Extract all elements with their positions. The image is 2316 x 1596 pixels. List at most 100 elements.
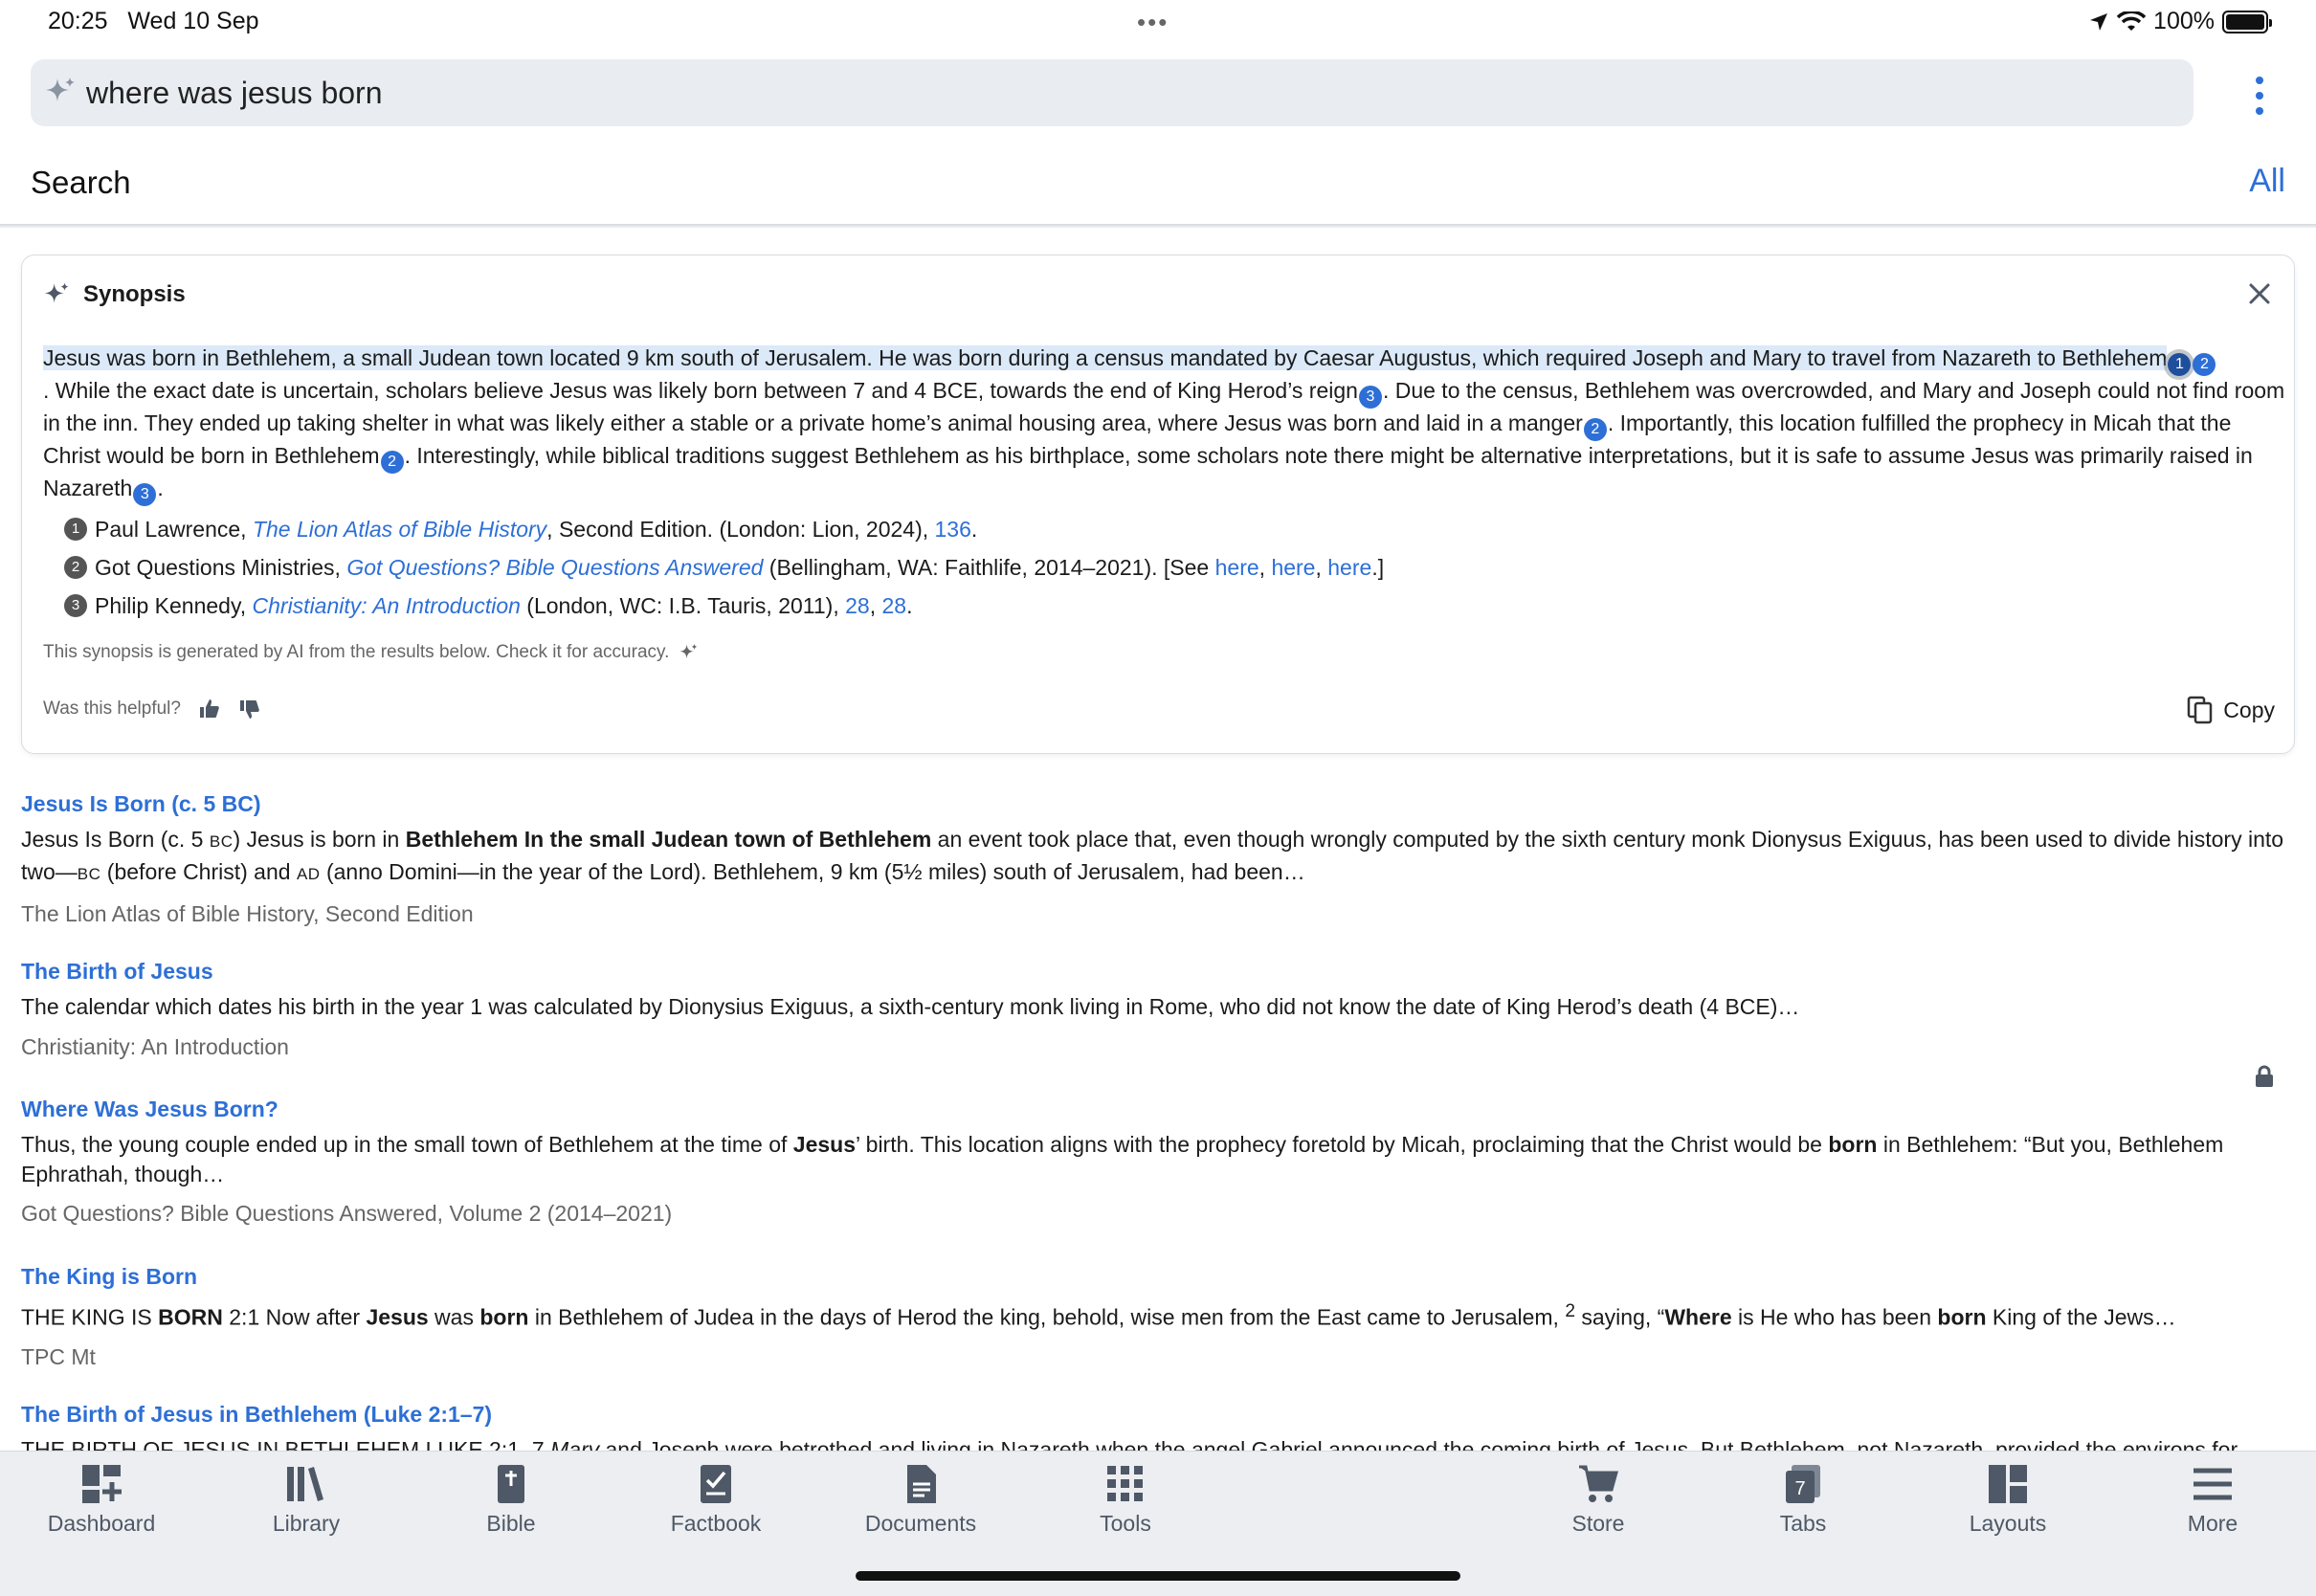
ai-sparkle-icon xyxy=(679,643,698,659)
reference-book-link[interactable]: The Lion Atlas of Bible History xyxy=(253,517,546,542)
citation-2[interactable]: 2 xyxy=(1583,418,1607,441)
dashboard-icon xyxy=(82,1465,122,1503)
result-title[interactable]: The Birth of Jesus in Bethlehem (Luke 2:… xyxy=(21,1397,2295,1431)
reference-number: 2 xyxy=(64,556,87,579)
reference-details: , Second Edition. (London: Lion, 2024), xyxy=(546,517,935,542)
result-snippet: Jesus Is Born (c. 5 BC) Jesus is born in… xyxy=(21,827,2284,884)
results-list: Jesus Is Born (c. 5 BC) Jesus Is Born (c… xyxy=(21,787,2295,1474)
tab-label: Library xyxy=(272,1511,341,1536)
copy-label: Copy xyxy=(2223,697,2275,722)
tabs-icon: 7 xyxy=(1786,1465,1820,1503)
tab-more[interactable]: More xyxy=(2136,1463,2289,1537)
tab-label: Tools xyxy=(1100,1511,1151,1536)
synopsis-highlighted-sentence: Jesus was born in Bethlehem, a small Jud… xyxy=(43,345,2168,370)
result-title[interactable]: The Birth of Jesus xyxy=(21,954,2295,988)
ai-sparkle-icon xyxy=(44,282,69,303)
result-item[interactable]: The Birth of Jesus The calendar which da… xyxy=(21,954,2295,1092)
result-snippet: The calendar which dates his birth in th… xyxy=(21,994,1800,1019)
tab-tabs[interactable]: 7 Tabs xyxy=(1726,1463,1880,1537)
citation-3[interactable]: 3 xyxy=(1358,386,1382,409)
tab-library[interactable]: Library xyxy=(230,1463,383,1537)
search-input[interactable] xyxy=(86,69,2172,117)
citation-2[interactable]: 2 xyxy=(2193,353,2216,376)
close-icon[interactable] xyxy=(2248,282,2271,305)
reference-details: (London, WC: I.B. Tauris, 2011), xyxy=(520,593,846,618)
result-title[interactable]: The King is Born xyxy=(21,1259,2295,1294)
tab-tools[interactable]: Tools xyxy=(1049,1463,1202,1537)
reference-details: (Bellingham, WA: Faithlife, 2014–2021). … xyxy=(763,555,1215,580)
documents-icon xyxy=(907,1465,936,1503)
filter-all-button[interactable]: All xyxy=(2249,163,2285,200)
date: Wed 10 Sep xyxy=(127,8,259,34)
tab-label: Bible xyxy=(486,1511,536,1536)
reference-author: Paul Lawrence, xyxy=(95,517,253,542)
reference-page-link[interactable]: 28 xyxy=(882,593,907,618)
result-source: Got Questions? Bible Questions Answered,… xyxy=(21,1201,673,1226)
reference-author: Philip Kennedy, xyxy=(95,593,253,618)
ai-disclaimer-text: This synopsis is generated by AI from th… xyxy=(43,642,670,662)
ai-disclaimer: This synopsis is generated by AI from th… xyxy=(43,642,700,663)
library-icon xyxy=(287,1467,323,1501)
tab-dashboard[interactable]: Dashboard xyxy=(25,1463,178,1537)
battery-icon xyxy=(2222,10,2272,33)
reference-item: 1 Paul Lawrence, The Lion Atlas of Bible… xyxy=(64,510,1384,548)
result-source: Christianity: An Introduction xyxy=(21,1033,289,1059)
citation-3[interactable]: 3 xyxy=(133,483,157,506)
reference-author: Got Questions Ministries, xyxy=(95,555,347,580)
header-divider xyxy=(0,224,2316,228)
thumbs-up-icon[interactable] xyxy=(198,698,221,720)
more-options-button[interactable] xyxy=(2245,77,2274,115)
tools-icon xyxy=(1107,1466,1143,1501)
result-title[interactable]: Where Was Jesus Born? xyxy=(21,1092,2295,1126)
tab-label: More xyxy=(2187,1511,2238,1536)
reference-page-link[interactable]: 28 xyxy=(845,593,870,618)
status-time: 20:25 Wed 10 Sep xyxy=(48,8,259,35)
multitasking-dots[interactable]: ••• xyxy=(1137,8,1169,37)
page-title: Search xyxy=(31,165,131,200)
citation-2[interactable]: 2 xyxy=(380,451,404,474)
feedback-label: Was this helpful? xyxy=(43,698,181,719)
reference-number: 3 xyxy=(64,594,87,617)
synopsis-title: Synopsis xyxy=(83,281,186,307)
factbook-icon xyxy=(701,1465,731,1503)
tab-factbook[interactable]: Factbook xyxy=(639,1463,792,1537)
synopsis-header: Synopsis xyxy=(43,280,186,309)
result-snippet: THE KING IS BORN 2:1 Now after Jesus was… xyxy=(21,1301,2176,1330)
tab-bible[interactable]: Bible xyxy=(434,1463,588,1537)
result-item[interactable]: Where Was Jesus Born? Thus, the young co… xyxy=(21,1092,2295,1259)
clock: 20:25 xyxy=(48,8,108,34)
tab-label: Documents xyxy=(864,1511,977,1536)
reference-tail: . xyxy=(906,593,913,618)
reference-item: 2 Got Questions Ministries, Got Question… xyxy=(64,548,1384,587)
reference-here-link[interactable]: here xyxy=(1271,555,1315,580)
tab-documents[interactable]: Documents xyxy=(844,1463,997,1537)
reference-book-link[interactable]: Christianity: An Introduction xyxy=(253,593,521,618)
reference-book-link[interactable]: Got Questions? Bible Questions Answered xyxy=(346,555,763,580)
copy-button[interactable]: Copy xyxy=(2187,696,2275,724)
reference-tail: . xyxy=(970,517,978,542)
thumbs-down-icon[interactable] xyxy=(238,698,261,720)
more-icon xyxy=(2194,1468,2232,1500)
result-title[interactable]: Jesus Is Born (c. 5 BC) xyxy=(21,787,2295,821)
reference-here-link[interactable]: here xyxy=(1327,555,1371,580)
bible-icon xyxy=(498,1465,524,1503)
tab-label: Factbook xyxy=(670,1511,762,1536)
wifi-icon xyxy=(2117,11,2147,31)
result-item[interactable]: The King is Born THE KING IS BORN 2:1 No… xyxy=(21,1259,2295,1397)
result-source: The Lion Atlas of Bible History, Second … xyxy=(21,901,474,926)
home-indicator[interactable] xyxy=(856,1571,1460,1581)
tab-store[interactable]: Store xyxy=(1522,1463,1675,1537)
tab-label: Dashboard xyxy=(47,1511,156,1536)
reference-here-link[interactable]: here xyxy=(1215,555,1259,580)
store-icon xyxy=(1579,1465,1618,1502)
reference-page-link[interactable]: 136 xyxy=(935,517,971,542)
status-indicators: 100% xyxy=(2088,8,2272,35)
citation-1[interactable]: 1 xyxy=(2168,353,2192,376)
status-bar: 20:25 Wed 10 Sep ••• 100% xyxy=(0,0,2316,46)
result-item[interactable]: Jesus Is Born (c. 5 BC) Jesus Is Born (c… xyxy=(21,787,2295,954)
reference-number: 1 xyxy=(64,518,87,541)
tab-layouts[interactable]: Layouts xyxy=(1931,1463,2084,1537)
battery-percent: 100% xyxy=(2153,8,2215,34)
synopsis-sentence: . While the exact date is uncertain, sch… xyxy=(43,378,1358,403)
search-bar[interactable] xyxy=(31,59,2194,126)
